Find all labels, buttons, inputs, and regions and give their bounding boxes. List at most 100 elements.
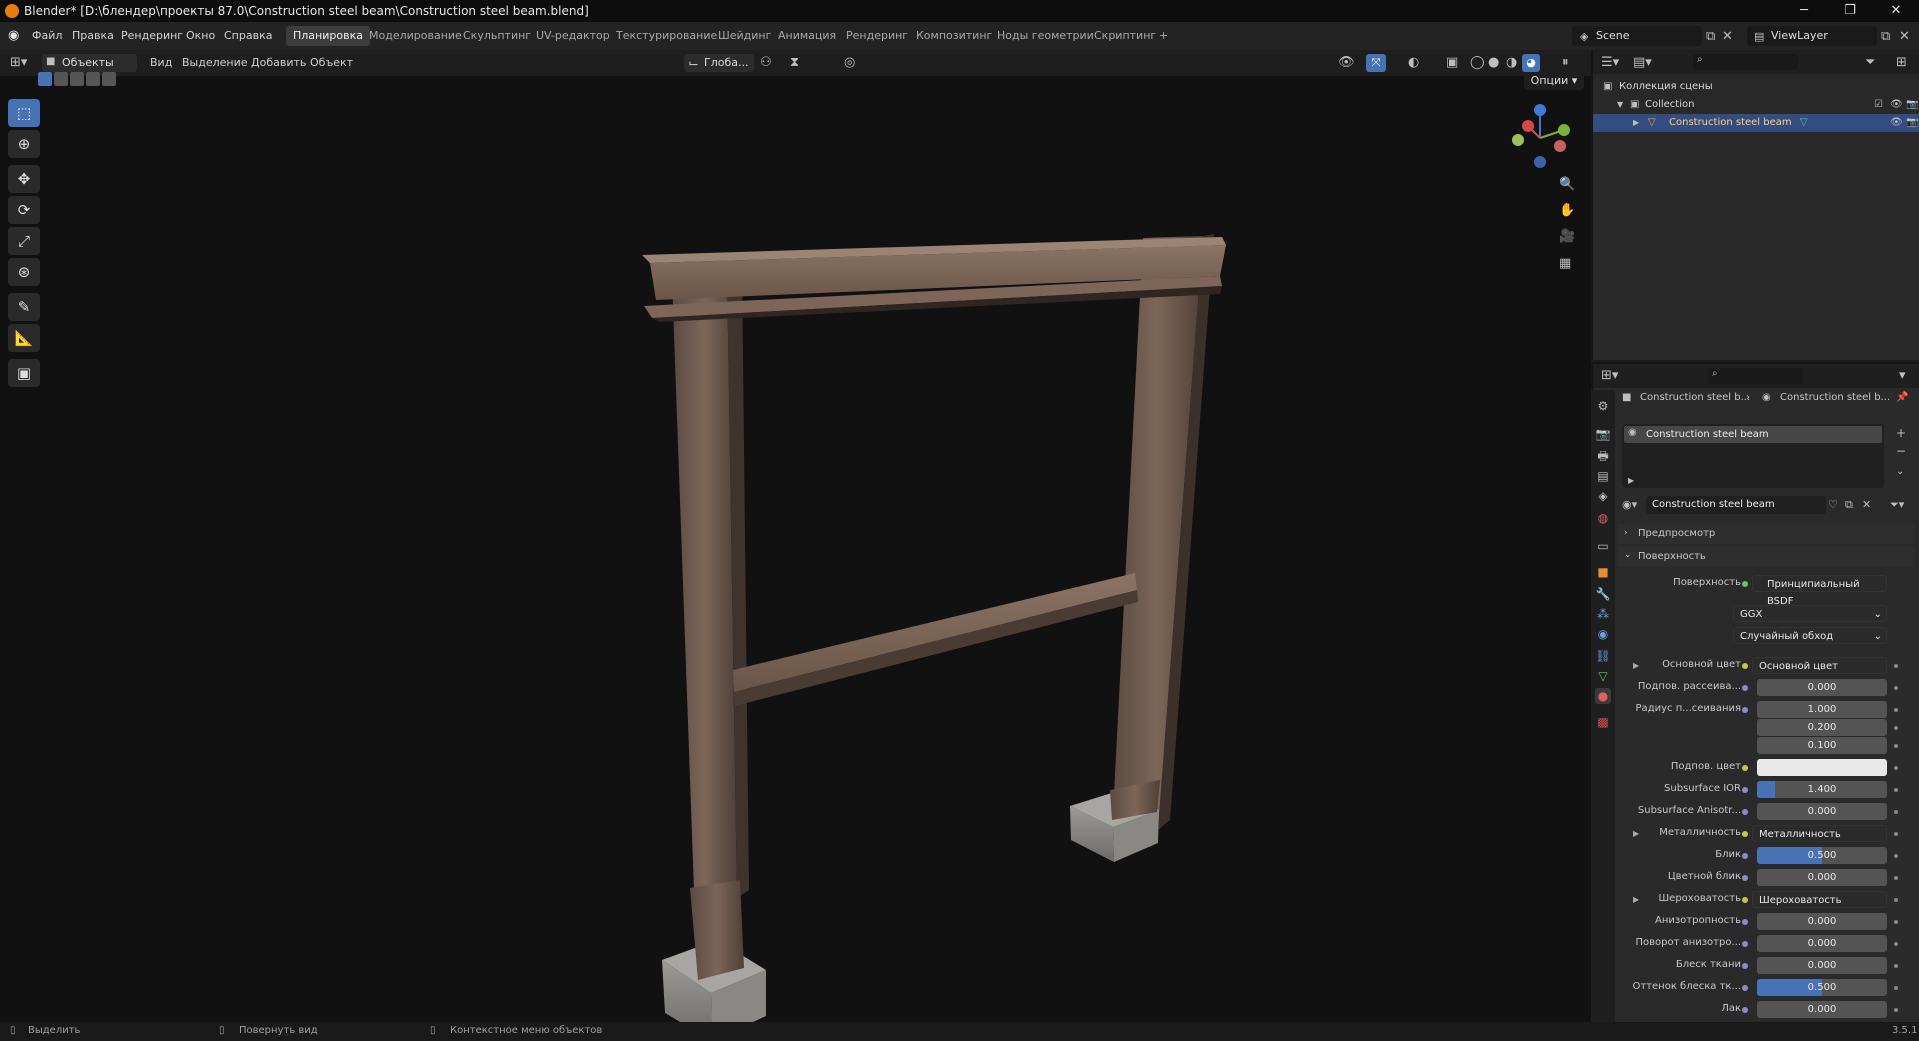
property-field[interactable]: 0.000 xyxy=(1757,957,1887,974)
keyframe-icon[interactable] xyxy=(1894,920,1898,924)
add-slot-icon[interactable]: + xyxy=(1896,426,1906,440)
keyframe-icon[interactable] xyxy=(1894,708,1898,712)
collection-checkbox-icon[interactable]: ☑ xyxy=(1874,96,1883,114)
particles-tab-icon[interactable]: ⁂ xyxy=(1595,606,1611,622)
collection-expand-icon[interactable]: ▼ xyxy=(1617,96,1623,114)
collection-eye-icon[interactable]: 👁 xyxy=(1890,96,1903,114)
scale-tool[interactable]: ⤢ xyxy=(8,227,40,255)
pan-hand-icon[interactable]: ✋ xyxy=(1559,203,1575,218)
add-cube-tool[interactable]: ▣ xyxy=(8,359,40,387)
modifier-tab-icon[interactable]: 🔧 xyxy=(1595,586,1611,602)
property-field[interactable]: 1.000 xyxy=(1757,701,1887,718)
outliner-scene-collection[interactable]: ▣ Коллекция сцены xyxy=(1593,78,1919,96)
properties-search-input[interactable]: ⌕ xyxy=(1708,368,1803,384)
blender-menu-icon[interactable]: ◉ xyxy=(8,28,19,43)
properties-editor-icon[interactable]: ⊞▾ xyxy=(1601,368,1618,383)
visibility-icon[interactable]: 👁 xyxy=(1338,55,1355,70)
property-field[interactable]: 0.000 xyxy=(1757,803,1887,820)
mode-selector[interactable]: Объекты xyxy=(42,54,137,72)
move-tool[interactable]: ✥ xyxy=(8,165,40,193)
object-eye-icon[interactable]: 👁 xyxy=(1890,114,1903,132)
expand-link-icon[interactable]: ▶ xyxy=(1633,829,1639,838)
select-box-tool[interactable]: ⬚ xyxy=(8,99,40,127)
menu-window[interactable]: Окно xyxy=(186,29,215,42)
new-scene-icon[interactable]: ⧉ xyxy=(1706,29,1715,44)
render-tab-icon[interactable]: 📷 xyxy=(1595,426,1611,442)
property-field[interactable] xyxy=(1757,759,1887,776)
menu-object[interactable]: Объект xyxy=(310,56,353,69)
rendered-shading-button[interactable]: ◕ xyxy=(1522,54,1540,72)
navigation-gizmo[interactable] xyxy=(1500,98,1580,178)
xray-icon[interactable]: ▣ xyxy=(1446,55,1458,70)
add-workspace-button[interactable]: + xyxy=(1152,26,1175,46)
property-field[interactable]: 0.000 xyxy=(1757,913,1887,930)
keyframe-icon[interactable] xyxy=(1894,898,1898,902)
property-field[interactable]: 0.500 xyxy=(1757,847,1887,864)
object-camera-icon[interactable]: 📷 xyxy=(1906,114,1918,132)
material-shading-icon[interactable]: ◑ xyxy=(1506,55,1517,70)
slot-expand-icon[interactable]: ▶ xyxy=(1628,476,1634,485)
expand-link-icon[interactable]: ▶ xyxy=(1633,661,1639,670)
overlay-icon[interactable]: ◐ xyxy=(1408,55,1419,70)
tab-geometry-nodes[interactable]: Ноды геометрии xyxy=(990,26,1101,46)
duplicate-material-icon[interactable]: ⧉ xyxy=(1845,498,1853,512)
maximize-button[interactable]: ❐ xyxy=(1827,0,1873,22)
property-field[interactable]: Основной цвет xyxy=(1752,657,1887,674)
property-field[interactable]: 0.500 xyxy=(1757,979,1887,996)
delete-scene-icon[interactable]: ✕ xyxy=(1722,29,1733,44)
property-field[interactable]: 0.000 xyxy=(1757,869,1887,886)
view-layer-tab-icon[interactable]: ▤ xyxy=(1595,468,1611,484)
physics-tab-icon[interactable]: ◉ xyxy=(1595,626,1611,642)
tab-layout[interactable]: Планировка xyxy=(286,26,370,46)
filter-icon[interactable]: ⏷ xyxy=(1865,55,1875,70)
output-tab-icon[interactable]: 🖶 xyxy=(1595,448,1611,464)
tab-modeling[interactable]: Моделирование xyxy=(362,26,469,46)
solid-shading-icon[interactable]: ● xyxy=(1488,55,1499,70)
tab-texture-paint[interactable]: Текстурирование xyxy=(609,26,724,46)
expand-link-icon[interactable]: ▶ xyxy=(1633,895,1639,904)
tab-compositing[interactable]: Композитинг xyxy=(909,26,999,46)
menu-render[interactable]: Рендеринг xyxy=(121,29,183,42)
material-tab-icon[interactable]: ● xyxy=(1595,688,1611,704)
keyframe-icon[interactable] xyxy=(1894,810,1898,814)
object-tab-icon[interactable]: ■ xyxy=(1595,564,1611,580)
minimize-button[interactable]: ─ xyxy=(1781,0,1827,22)
pin-icon[interactable]: 📌 xyxy=(1896,392,1908,403)
keyframe-icon[interactable] xyxy=(1894,726,1898,730)
property-field[interactable]: Шероховатость xyxy=(1752,891,1887,908)
outliner-collection[interactable]: ▼ ▣ Collection ☑ 👁 📷 xyxy=(1593,96,1919,114)
texture-tab-icon[interactable]: ▩ xyxy=(1595,714,1611,730)
constraints-tab-icon[interactable]: ⛓ xyxy=(1595,648,1611,664)
menu-add[interactable]: Добавить xyxy=(251,56,306,69)
material-name-field[interactable]: Construction steel beam xyxy=(1646,496,1826,514)
property-field[interactable]: 0.000 xyxy=(1757,1001,1887,1018)
select-invert-icon[interactable] xyxy=(86,72,100,86)
keyframe-icon[interactable] xyxy=(1894,876,1898,880)
distribution-dropdown[interactable]: GGX ⌄ xyxy=(1733,605,1887,622)
gizmo-toggle[interactable]: ⤧ xyxy=(1366,54,1386,72)
cursor-tool[interactable]: ⊕ xyxy=(8,130,40,158)
new-view-layer-icon[interactable]: ⧉ xyxy=(1881,29,1890,44)
collection-tab-icon[interactable]: ▭ xyxy=(1595,538,1611,554)
scene-tab-icon[interactable]: ◈ xyxy=(1595,488,1611,504)
editor-type-icon[interactable]: ⊞▾ xyxy=(10,55,27,70)
close-button[interactable]: ✕ xyxy=(1873,0,1919,22)
tab-rendering[interactable]: Рендеринг xyxy=(839,26,915,46)
world-tab-icon[interactable]: ◍ xyxy=(1595,510,1611,526)
preview-section-header[interactable]: Предпросмотр xyxy=(1618,524,1914,544)
data-tab-icon[interactable]: ▽ xyxy=(1595,668,1611,684)
annotate-tool[interactable]: ✎ xyxy=(8,293,40,321)
view-layer-selector[interactable]: ViewLayer xyxy=(1747,26,1877,46)
select-new-icon[interactable] xyxy=(38,72,52,86)
wireframe-shading-icon[interactable]: ◯ xyxy=(1470,55,1485,70)
mesh-data-icon[interactable]: ▽ xyxy=(1800,114,1808,132)
select-extend-icon[interactable] xyxy=(54,72,68,86)
keyframe-icon[interactable] xyxy=(1894,942,1898,946)
outliner-object-row[interactable]: ▶ ▽ Construction steel beam ▽ 👁 📷 xyxy=(1593,114,1919,132)
perspective-grid-icon[interactable]: ▦ xyxy=(1559,256,1571,271)
property-field[interactable]: 0.000 xyxy=(1757,935,1887,952)
properties-options-icon[interactable]: ▾ xyxy=(1899,368,1906,383)
menu-select[interactable]: Выделение xyxy=(182,56,248,69)
surface-shader-field[interactable]: Принципиальный BSDF xyxy=(1752,575,1887,607)
property-field[interactable]: 0.100 xyxy=(1757,737,1887,754)
